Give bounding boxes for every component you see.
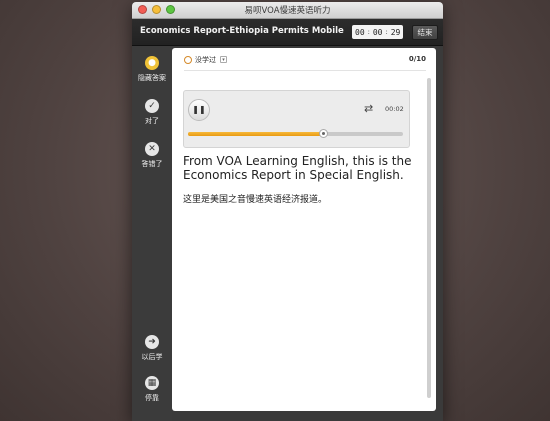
forward-arrow-icon: ➜ <box>145 335 159 349</box>
timer-hours: 00 <box>355 27 365 37</box>
sidebar-item-label: 对了 <box>145 117 159 125</box>
sidebar: ● 隐藏答案 ✓ 对了 ✕ 答错了 ➜ 以后学 ▦ 停靠 <box>132 46 172 421</box>
sidebar-item-label: 以后学 <box>141 353 163 361</box>
content-panel: 没学过 ▾ 0/10 ❚❚ ⇄ 00:02 From VOA Learning … <box>172 48 436 411</box>
progress-fill <box>188 132 324 136</box>
app-window: 易呗VOA慢速英语听力 Economics Report-Ethiopia Pe… <box>132 2 443 421</box>
grid-icon: ▦ <box>145 376 159 390</box>
timer-seconds: 29 <box>390 27 401 37</box>
pause-button[interactable]: ❚❚ <box>188 99 210 121</box>
status-label: 没学过 <box>195 56 216 64</box>
learn-later-button[interactable]: ➜ 以后学 <box>132 335 172 362</box>
lightbulb-icon: ● <box>145 56 159 70</box>
lesson-header: Economics Report-Ethiopia Permits Mobile… <box>132 19 443 46</box>
x-icon: ✕ <box>145 142 159 156</box>
scrollbar[interactable] <box>427 78 431 398</box>
timer-minutes: 00 <box>372 27 383 37</box>
repeat-icon[interactable]: ⇄ <box>364 102 373 115</box>
playback-time: 00:02 <box>385 105 404 113</box>
status-circle-icon <box>184 56 192 64</box>
chinese-translation: 这里是美国之音慢速英语经济报道。 <box>183 195 328 205</box>
status-row: 没学过 ▾ 0/10 <box>184 55 426 67</box>
dock-button[interactable]: ▦ 停靠 <box>132 376 172 403</box>
window-title: 易呗VOA慢速英语听力 <box>244 6 331 16</box>
timer-separator: : <box>384 28 389 36</box>
sidebar-item-label: 答错了 <box>141 160 163 168</box>
timer: 00 : 00 : 29 <box>352 25 404 39</box>
progress-track[interactable] <box>188 129 403 138</box>
audio-player: ❚❚ ⇄ 00:02 <box>183 90 410 148</box>
status-dropdown-button[interactable]: ▾ <box>220 56 227 63</box>
sidebar-item-label: 隐藏答案 <box>138 74 166 82</box>
lesson-title: Economics Report-Ethiopia Permits Mobile… <box>140 26 345 36</box>
progress-knob[interactable] <box>319 129 329 138</box>
item-count: 0/10 <box>408 55 426 63</box>
divider <box>184 70 426 71</box>
english-sentence: From VOA Learning English, this is the E… <box>183 154 412 182</box>
sidebar-item-label: 停靠 <box>145 394 159 402</box>
hide-answer-button[interactable]: ● 隐藏答案 <box>132 56 172 83</box>
check-icon: ✓ <box>145 99 159 113</box>
correct-button[interactable]: ✓ 对了 <box>132 99 172 126</box>
end-button[interactable]: 结束 <box>412 25 438 40</box>
title-bar: 易呗VOA慢速英语听力 <box>132 2 443 19</box>
wrong-button[interactable]: ✕ 答错了 <box>132 142 172 169</box>
timer-separator: : <box>366 28 371 36</box>
